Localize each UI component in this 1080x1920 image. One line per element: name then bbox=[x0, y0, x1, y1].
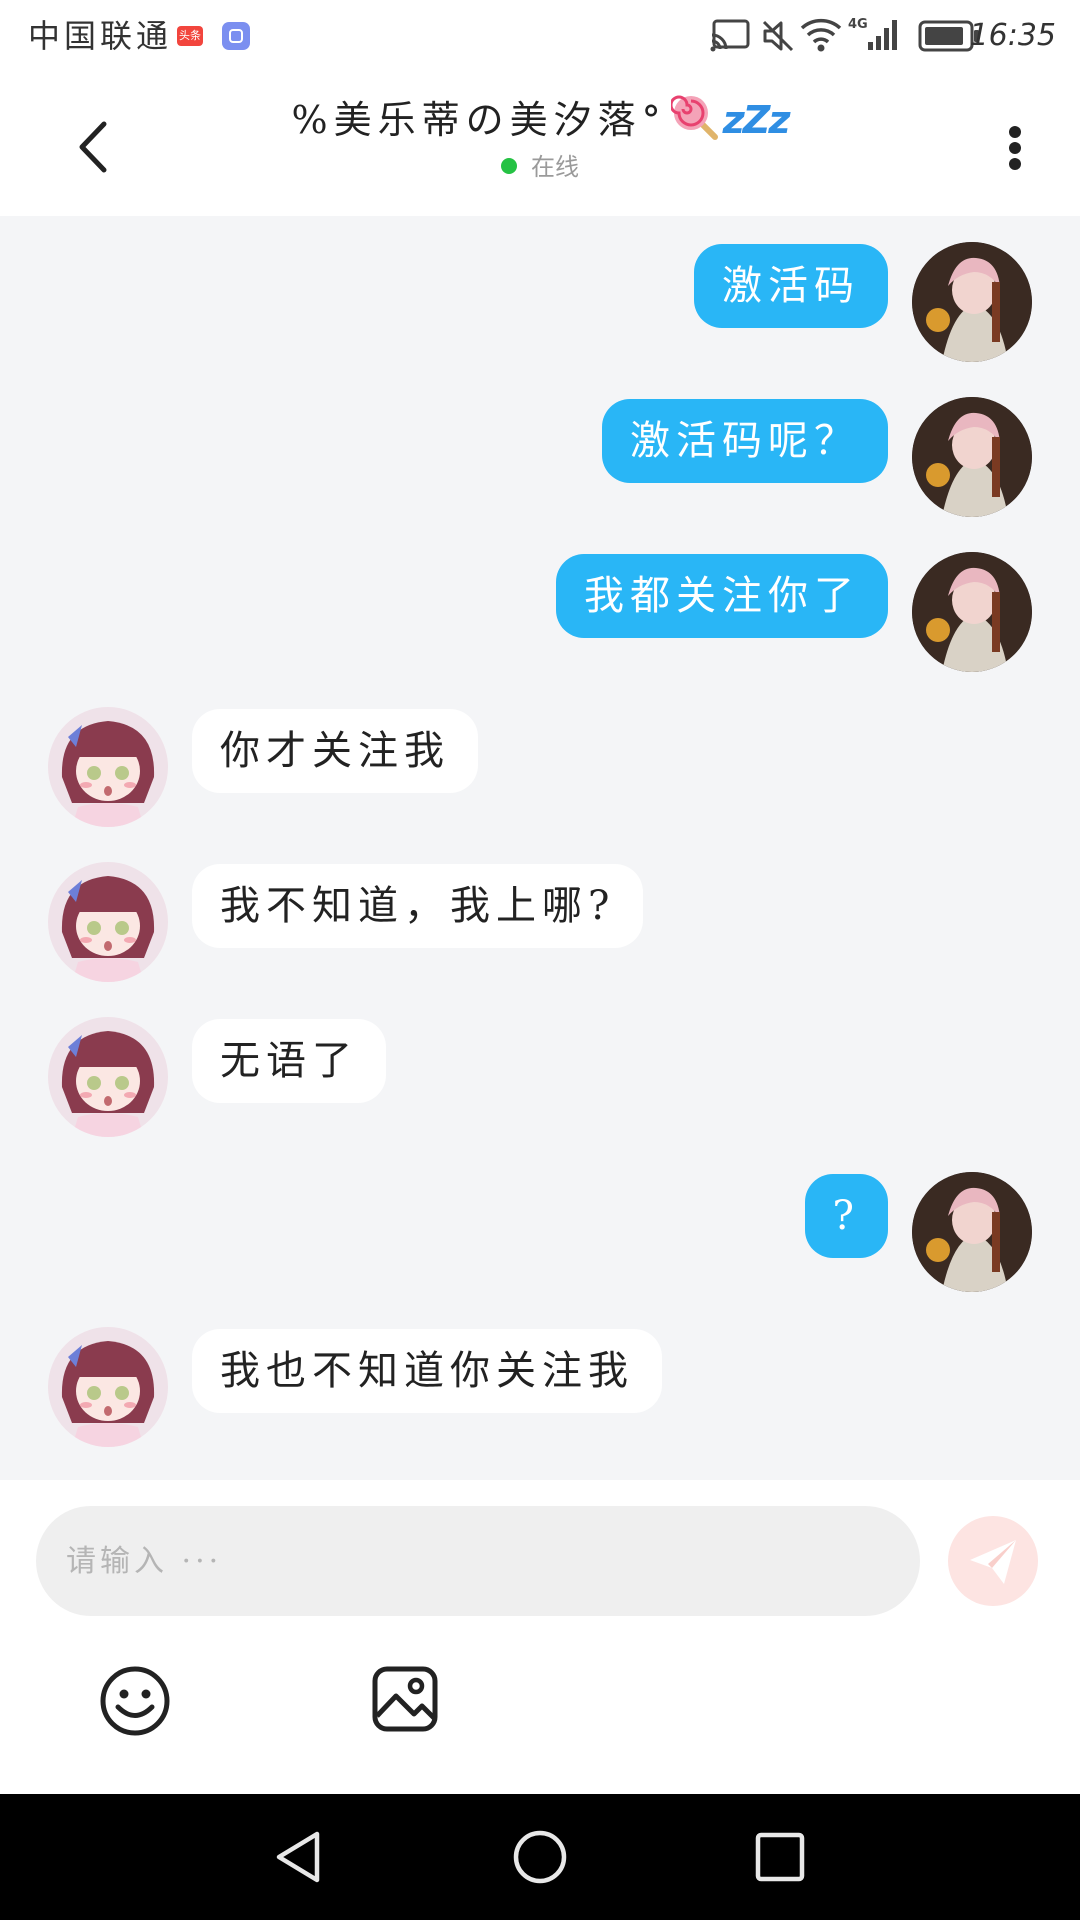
received-message-bubble[interactable]: 你才关注我 bbox=[192, 709, 478, 793]
system-navigation-bar bbox=[0, 1794, 1080, 1920]
message-received: 无语了 bbox=[0, 991, 1080, 1137]
contact-avatar[interactable] bbox=[48, 1327, 168, 1447]
message-sent: 激活码呢？ bbox=[0, 371, 1080, 517]
wifi-icon bbox=[800, 18, 842, 52]
status-bar: 中国联通 头条 4G 16:35 bbox=[0, 0, 1080, 72]
contact-avatar[interactable] bbox=[48, 707, 168, 827]
signal-icon: 4G bbox=[848, 17, 897, 50]
status-time: 16:35 bbox=[969, 18, 1056, 53]
chat-screen: 中国联通 头条 4G 16:35 %美乐蒂の美汐落° zZz 在线 激活码 激活… bbox=[0, 0, 1080, 1920]
online-status: 在线 bbox=[200, 150, 880, 184]
cast-icon bbox=[710, 19, 750, 52]
self-avatar-image bbox=[912, 1172, 1032, 1292]
nav-back-button[interactable] bbox=[263, 1820, 337, 1894]
send-button[interactable] bbox=[948, 1516, 1038, 1606]
chat-title: %美乐蒂の美汐落° bbox=[291, 98, 667, 142]
received-message-bubble[interactable]: 我不知道，我上哪? bbox=[192, 864, 644, 948]
contact-avatar[interactable] bbox=[48, 862, 168, 982]
contact-avatar-image bbox=[48, 707, 168, 827]
zzz-emoji-icon: zZz bbox=[722, 98, 791, 142]
chat-header: %美乐蒂の美汐落° zZz 在线 bbox=[0, 72, 1080, 216]
contact-avatar-image bbox=[48, 862, 168, 982]
lollipop-emoji-icon bbox=[670, 95, 718, 140]
self-avatar-image bbox=[912, 242, 1032, 362]
contact-avatar-image bbox=[48, 1327, 168, 1447]
message-sent: 激活码 bbox=[0, 216, 1080, 362]
sent-message-bubble[interactable]: ? bbox=[804, 1174, 888, 1258]
back-button[interactable] bbox=[60, 112, 130, 182]
message-received: 我也不知道你关注我 bbox=[0, 1301, 1080, 1447]
self-avatar-image bbox=[912, 552, 1032, 672]
image-button[interactable] bbox=[370, 1664, 440, 1734]
sent-message-bubble[interactable]: 激活码呢？ bbox=[602, 399, 888, 483]
message-sent: 我都关注你了 bbox=[0, 526, 1080, 672]
message-sent: ? bbox=[0, 1146, 1080, 1292]
emoji-button[interactable] bbox=[98, 1664, 172, 1738]
self-avatar[interactable] bbox=[912, 552, 1032, 672]
paper-plane-icon bbox=[970, 1540, 1016, 1584]
sent-message-bubble[interactable]: 激活码 bbox=[694, 244, 888, 328]
nav-recents-button[interactable] bbox=[743, 1820, 817, 1894]
contact-avatar[interactable] bbox=[48, 1017, 168, 1137]
self-avatar[interactable] bbox=[912, 1172, 1032, 1292]
online-indicator-icon bbox=[501, 158, 517, 174]
composer bbox=[0, 1482, 1080, 1794]
contact-avatar-image bbox=[48, 1017, 168, 1137]
self-avatar[interactable] bbox=[912, 397, 1032, 517]
more-dot-icon bbox=[1009, 142, 1021, 154]
chat-title-block: %美乐蒂の美汐落° zZz 在线 bbox=[200, 92, 880, 184]
received-message-bubble[interactable]: 无语了 bbox=[192, 1019, 386, 1103]
message-received: 你才关注我 bbox=[0, 681, 1080, 827]
more-options-button[interactable] bbox=[990, 118, 1040, 178]
self-avatar-image bbox=[912, 397, 1032, 517]
carrier-name: 中国联通 bbox=[28, 17, 173, 55]
more-dot-icon bbox=[1009, 158, 1021, 170]
message-input[interactable] bbox=[36, 1506, 920, 1616]
app-notification-icon bbox=[222, 22, 250, 50]
message-list[interactable]: 激活码 激活码呢？ 我都关注你了 你才关注我 我不知道，我上哪? 无语了 ? 我… bbox=[0, 216, 1080, 1480]
sent-message-bubble[interactable]: 我都关注你了 bbox=[556, 554, 888, 638]
nav-home-button[interactable] bbox=[503, 1820, 577, 1894]
mute-icon bbox=[762, 20, 794, 52]
message-received: 我不知道，我上哪? bbox=[0, 836, 1080, 982]
toutiao-notification-icon: 头条 bbox=[177, 26, 203, 46]
network-type-label: 4G bbox=[848, 17, 868, 32]
more-dot-icon bbox=[1009, 126, 1021, 138]
chat-title-row: %美乐蒂の美汐落° zZz bbox=[200, 92, 880, 148]
self-avatar[interactable] bbox=[912, 242, 1032, 362]
received-message-bubble[interactable]: 我也不知道你关注我 bbox=[192, 1329, 662, 1413]
online-status-label: 在线 bbox=[531, 153, 579, 181]
